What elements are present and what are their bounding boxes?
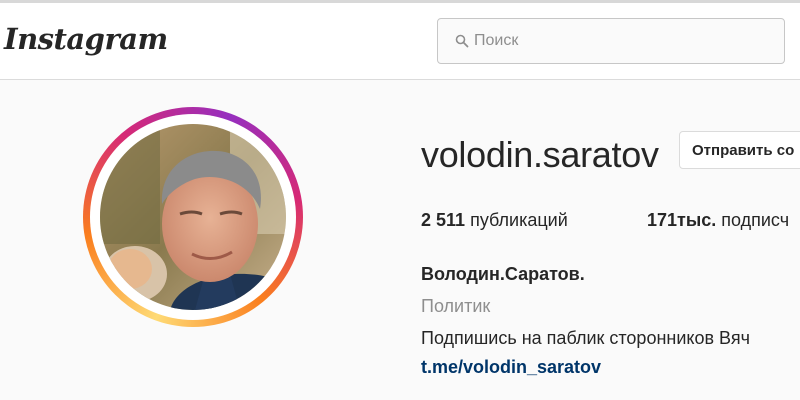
profile-bio: Подпишись на паблик сторонников Вяч <box>421 328 750 348</box>
profile-photo <box>100 124 286 310</box>
posts-label: публикаций <box>470 210 568 230</box>
profile-username: volodin.saratov <box>421 134 659 175</box>
avatar[interactable] <box>100 124 286 310</box>
instagram-logo[interactable]: Instagram <box>4 22 168 56</box>
search-input[interactable] <box>474 30 754 52</box>
followers-label: подписч <box>721 210 790 230</box>
profile-category: Политик <box>421 296 491 316</box>
posts-stat: 2 511 публикаций <box>421 210 568 231</box>
avatar-frame <box>90 114 296 320</box>
send-message-button[interactable]: Отправить со <box>679 131 800 169</box>
top-navigation-bar: Instagram <box>0 0 800 80</box>
search-box[interactable] <box>437 18 785 64</box>
profile-link[interactable]: t.me/volodin_saratov <box>421 357 601 378</box>
followers-stat[interactable]: 171тыс. подписч <box>647 210 789 231</box>
profile-full-name: Володин.Саратов. <box>421 264 585 284</box>
story-ring[interactable] <box>83 107 303 327</box>
followers-count: 171тыс. <box>647 210 717 230</box>
top-divider <box>0 0 800 3</box>
posts-count: 2 511 <box>421 210 466 230</box>
search-icon <box>455 34 469 48</box>
